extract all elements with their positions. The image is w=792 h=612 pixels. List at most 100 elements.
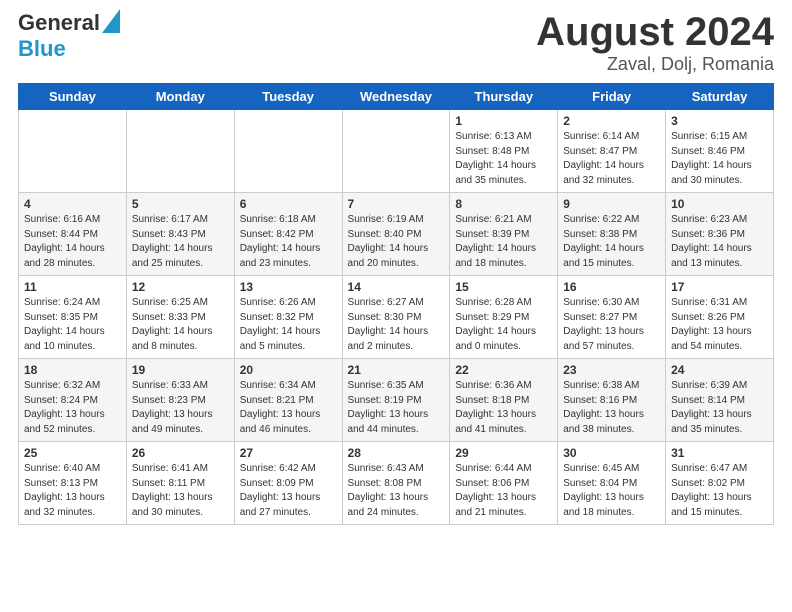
calendar-cell: 15 Sunrise: 6:28 AM Sunset: 8:29 PM Dayli…: [450, 276, 558, 359]
calendar-cell: 12 Sunrise: 6:25 AM Sunset: 8:33 PM Dayli…: [126, 276, 234, 359]
calendar-cell: 14 Sunrise: 6:27 AM Sunset: 8:30 PM Dayli…: [342, 276, 450, 359]
header-row: SundayMondayTuesdayWednesdayThursdayFrid…: [19, 84, 774, 110]
day-info: Sunrise: 6:42 AM Sunset: 8:09 PM Dayligh…: [240, 462, 337, 520]
day-number: 9: [563, 197, 660, 211]
day-info: Sunrise: 6:27 AM Sunset: 8:30 PM Dayligh…: [348, 296, 445, 354]
logo-line1: General: [18, 10, 120, 36]
day-number: 5: [132, 197, 229, 211]
calendar-cell: 19 Sunrise: 6:33 AM Sunset: 8:23 PM Dayli…: [126, 359, 234, 442]
calendar-week-row: 25 Sunrise: 6:40 AM Sunset: 8:13 PM Dayli…: [19, 442, 774, 525]
day-info: Sunrise: 6:41 AM Sunset: 8:11 PM Dayligh…: [132, 462, 229, 520]
calendar-cell: 26 Sunrise: 6:41 AM Sunset: 8:11 PM Dayli…: [126, 442, 234, 525]
day-info: Sunrise: 6:18 AM Sunset: 8:42 PM Dayligh…: [240, 213, 337, 271]
calendar-cell: [342, 110, 450, 193]
calendar-cell: 23 Sunrise: 6:38 AM Sunset: 8:16 PM Dayli…: [558, 359, 666, 442]
day-of-week-header: Sunday: [19, 84, 127, 110]
day-of-week-header: Tuesday: [234, 84, 342, 110]
day-number: 10: [671, 197, 768, 211]
day-number: 11: [24, 280, 121, 294]
day-number: 12: [132, 280, 229, 294]
day-number: 24: [671, 363, 768, 377]
calendar-week-row: 4Sunrise: 6:16 AM Sunset: 8:44 PM Daylig…: [19, 193, 774, 276]
calendar-cell: 21 Sunrise: 6:35 AM Sunset: 8:19 PM Dayli…: [342, 359, 450, 442]
day-number: 20: [240, 363, 337, 377]
day-number: 8: [455, 197, 552, 211]
day-info: Sunrise: 6:23 AM Sunset: 8:36 PM Dayligh…: [671, 213, 768, 271]
month-title: August 2024: [536, 10, 774, 54]
day-info: Sunrise: 6:25 AM Sunset: 8:33 PM Dayligh…: [132, 296, 229, 354]
day-number: 29: [455, 446, 552, 460]
day-number: 21: [348, 363, 445, 377]
day-info: Sunrise: 6:19 AM Sunset: 8:40 PM Dayligh…: [348, 213, 445, 271]
day-number: 25: [24, 446, 121, 460]
calendar-cell: 8Sunrise: 6:21 AM Sunset: 8:39 PM Daylig…: [450, 193, 558, 276]
calendar-cell: 1Sunrise: 6:13 AM Sunset: 8:48 PM Daylig…: [450, 110, 558, 193]
day-info: Sunrise: 6:31 AM Sunset: 8:26 PM Dayligh…: [671, 296, 768, 354]
day-of-week-header: Saturday: [666, 84, 774, 110]
day-number: 26: [132, 446, 229, 460]
day-number: 16: [563, 280, 660, 294]
day-info: Sunrise: 6:33 AM Sunset: 8:23 PM Dayligh…: [132, 379, 229, 437]
day-number: 22: [455, 363, 552, 377]
day-number: 1: [455, 114, 552, 128]
day-info: Sunrise: 6:38 AM Sunset: 8:16 PM Dayligh…: [563, 379, 660, 437]
logo: General Blue: [18, 10, 120, 62]
calendar-cell: 17 Sunrise: 6:31 AM Sunset: 8:26 PM Dayli…: [666, 276, 774, 359]
day-number: 14: [348, 280, 445, 294]
day-info: Sunrise: 6:40 AM Sunset: 8:13 PM Dayligh…: [24, 462, 121, 520]
calendar-cell: 28Sunrise: 6:43 AM Sunset: 8:08 PM Dayli…: [342, 442, 450, 525]
day-info: Sunrise: 6:24 AM Sunset: 8:35 PM Dayligh…: [24, 296, 121, 354]
day-of-week-header: Friday: [558, 84, 666, 110]
day-of-week-header: Wednesday: [342, 84, 450, 110]
header: General Blue August 2024 Zaval, Dolj, Ro…: [18, 10, 774, 75]
logo-blue-text: Blue: [18, 36, 66, 61]
day-number: 7: [348, 197, 445, 211]
title-area: August 2024 Zaval, Dolj, Romania: [536, 10, 774, 75]
calendar-cell: [19, 110, 127, 193]
calendar-cell: 5Sunrise: 6:17 AM Sunset: 8:43 PM Daylig…: [126, 193, 234, 276]
day-of-week-header: Thursday: [450, 84, 558, 110]
day-info: Sunrise: 6:44 AM Sunset: 8:06 PM Dayligh…: [455, 462, 552, 520]
day-number: 31: [671, 446, 768, 460]
calendar-cell: 6 Sunrise: 6:18 AM Sunset: 8:42 PM Daylig…: [234, 193, 342, 276]
day-number: 4: [24, 197, 121, 211]
logo-general: General: [18, 10, 100, 36]
calendar-cell: 9Sunrise: 6:22 AM Sunset: 8:38 PM Daylig…: [558, 193, 666, 276]
day-number: 27: [240, 446, 337, 460]
day-info: Sunrise: 6:15 AM Sunset: 8:46 PM Dayligh…: [671, 130, 768, 188]
day-info: Sunrise: 6:28 AM Sunset: 8:29 PM Dayligh…: [455, 296, 552, 354]
logo-blue: Blue: [18, 36, 66, 62]
calendar-cell: 7 Sunrise: 6:19 AM Sunset: 8:40 PM Daylig…: [342, 193, 450, 276]
location-title: Zaval, Dolj, Romania: [536, 54, 774, 75]
calendar-cell: [234, 110, 342, 193]
calendar-cell: 20 Sunrise: 6:34 AM Sunset: 8:21 PM Dayli…: [234, 359, 342, 442]
calendar-cell: 16 Sunrise: 6:30 AM Sunset: 8:27 PM Dayli…: [558, 276, 666, 359]
calendar-cell: 22Sunrise: 6:36 AM Sunset: 8:18 PM Dayli…: [450, 359, 558, 442]
calendar-cell: 30Sunrise: 6:45 AM Sunset: 8:04 PM Dayli…: [558, 442, 666, 525]
day-number: 19: [132, 363, 229, 377]
day-number: 17: [671, 280, 768, 294]
day-info: Sunrise: 6:32 AM Sunset: 8:24 PM Dayligh…: [24, 379, 121, 437]
day-number: 18: [24, 363, 121, 377]
calendar-cell: 18 Sunrise: 6:32 AM Sunset: 8:24 PM Dayli…: [19, 359, 127, 442]
day-number: 30: [563, 446, 660, 460]
day-of-week-header: Monday: [126, 84, 234, 110]
calendar-week-row: 18 Sunrise: 6:32 AM Sunset: 8:24 PM Dayli…: [19, 359, 774, 442]
calendar-cell: 31Sunrise: 6:47 AM Sunset: 8:02 PM Dayli…: [666, 442, 774, 525]
calendar-cell: 3Sunrise: 6:15 AM Sunset: 8:46 PM Daylig…: [666, 110, 774, 193]
day-info: Sunrise: 6:35 AM Sunset: 8:19 PM Dayligh…: [348, 379, 445, 437]
calendar-week-row: 11 Sunrise: 6:24 AM Sunset: 8:35 PM Dayli…: [19, 276, 774, 359]
calendar-cell: 4Sunrise: 6:16 AM Sunset: 8:44 PM Daylig…: [19, 193, 127, 276]
day-info: Sunrise: 6:26 AM Sunset: 8:32 PM Dayligh…: [240, 296, 337, 354]
calendar-cell: 2Sunrise: 6:14 AM Sunset: 8:47 PM Daylig…: [558, 110, 666, 193]
calendar-cell: 29 Sunrise: 6:44 AM Sunset: 8:06 PM Dayli…: [450, 442, 558, 525]
day-number: 15: [455, 280, 552, 294]
day-number: 23: [563, 363, 660, 377]
day-number: 6: [240, 197, 337, 211]
calendar-cell: 11 Sunrise: 6:24 AM Sunset: 8:35 PM Dayli…: [19, 276, 127, 359]
day-number: 2: [563, 114, 660, 128]
day-info: Sunrise: 6:30 AM Sunset: 8:27 PM Dayligh…: [563, 296, 660, 354]
day-info: Sunrise: 6:34 AM Sunset: 8:21 PM Dayligh…: [240, 379, 337, 437]
day-info: Sunrise: 6:39 AM Sunset: 8:14 PM Dayligh…: [671, 379, 768, 437]
calendar-cell: 13Sunrise: 6:26 AM Sunset: 8:32 PM Dayli…: [234, 276, 342, 359]
